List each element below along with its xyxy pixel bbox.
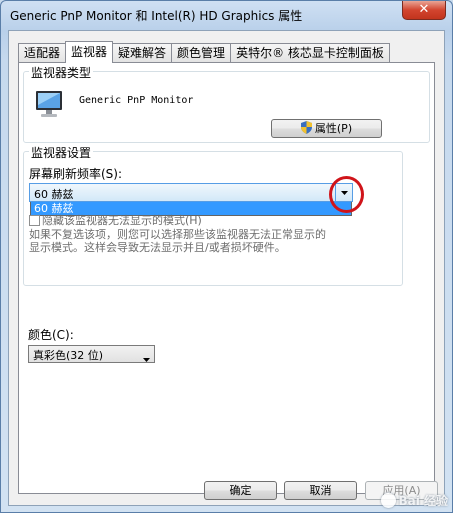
properties-window: Generic PnP Monitor 和 Intel(R) HD Graphi… xyxy=(0,0,453,513)
tab-troubleshoot[interactable]: 疑难解答 xyxy=(113,43,172,62)
title-bar[interactable]: Generic PnP Monitor 和 Intel(R) HD Graphi… xyxy=(1,1,452,29)
refresh-rate-value: 60 赫兹 xyxy=(34,188,74,201)
monitor-type-label: 监视器类型 xyxy=(29,64,94,81)
monitor-icon xyxy=(36,91,62,117)
colors-dropdown-button[interactable] xyxy=(143,352,150,365)
cancel-button[interactable]: 取消 xyxy=(284,481,357,500)
colors-combo[interactable]: 真彩色(32 位) xyxy=(28,345,155,363)
chevron-down-icon xyxy=(143,358,150,362)
hide-modes-label: 隐藏该监视器无法显示的模式(H) xyxy=(42,214,202,227)
properties-button-label: 属性(P) xyxy=(314,122,353,135)
tab-adapter[interactable]: 适配器 xyxy=(18,43,66,62)
baidu-paw-icon xyxy=(381,493,397,508)
monitor-type-group: 监视器类型 Generic PnP Monitor 属性(P) xyxy=(23,64,430,143)
monitor-settings-label: 监视器设置 xyxy=(29,144,94,161)
watermark: Bai 经验 xyxy=(381,492,448,509)
colors-label: 颜色(C): xyxy=(28,328,74,342)
monitor-name: Generic PnP Monitor xyxy=(79,95,194,106)
close-button[interactable]: ✕ xyxy=(402,1,446,20)
close-icon: ✕ xyxy=(418,2,430,17)
window-title: Generic PnP Monitor 和 Intel(R) HD Graphi… xyxy=(10,9,303,23)
monitor-settings-group: 监视器设置 屏幕刷新频率(S): 60 赫兹 60 赫兹 隐藏该监视器无法显示的… xyxy=(23,144,403,286)
tab-strip: 适配器 监视器 疑难解答 颜色管理 英特尔® 核芯显卡控制面板 xyxy=(18,41,390,63)
uac-shield-icon xyxy=(300,121,312,134)
tab-intel-graphics-panel[interactable]: 英特尔® 核芯显卡控制面板 xyxy=(230,43,390,62)
help-text-line2: 显示模式。这样会导致无法显示并且/或者损坏硬件。 xyxy=(29,241,286,254)
dialog-client-area: 适配器 监视器 疑难解答 颜色管理 英特尔® 核芯显卡控制面板 监视器类型 Ge… xyxy=(8,30,445,506)
highlight-circle-annotation xyxy=(329,176,364,213)
cancel-button-label: 取消 xyxy=(309,484,332,497)
ok-button-label: 确定 xyxy=(229,484,252,497)
ok-button[interactable]: 确定 xyxy=(204,481,277,500)
watermark-text: Bai 经验 xyxy=(398,494,448,508)
tab-monitor[interactable]: 监视器 xyxy=(65,41,114,63)
help-text-line1: 如果不复选该项，则您可以选择那些该监视器无法正常显示的 xyxy=(29,228,326,241)
tab-panel-monitor: 监视器类型 Generic PnP Monitor 属性(P) 监视器设置 屏幕… xyxy=(18,62,435,494)
refresh-rate-label: 屏幕刷新频率(S): xyxy=(29,167,123,181)
hide-modes-checkbox[interactable] xyxy=(29,215,40,226)
properties-button[interactable]: 属性(P) xyxy=(271,119,382,138)
colors-value: 真彩色(32 位) xyxy=(33,349,104,362)
refresh-rate-combo[interactable]: 60 赫兹 60 赫兹 xyxy=(29,183,353,216)
tab-color-management[interactable]: 颜色管理 xyxy=(171,43,231,62)
